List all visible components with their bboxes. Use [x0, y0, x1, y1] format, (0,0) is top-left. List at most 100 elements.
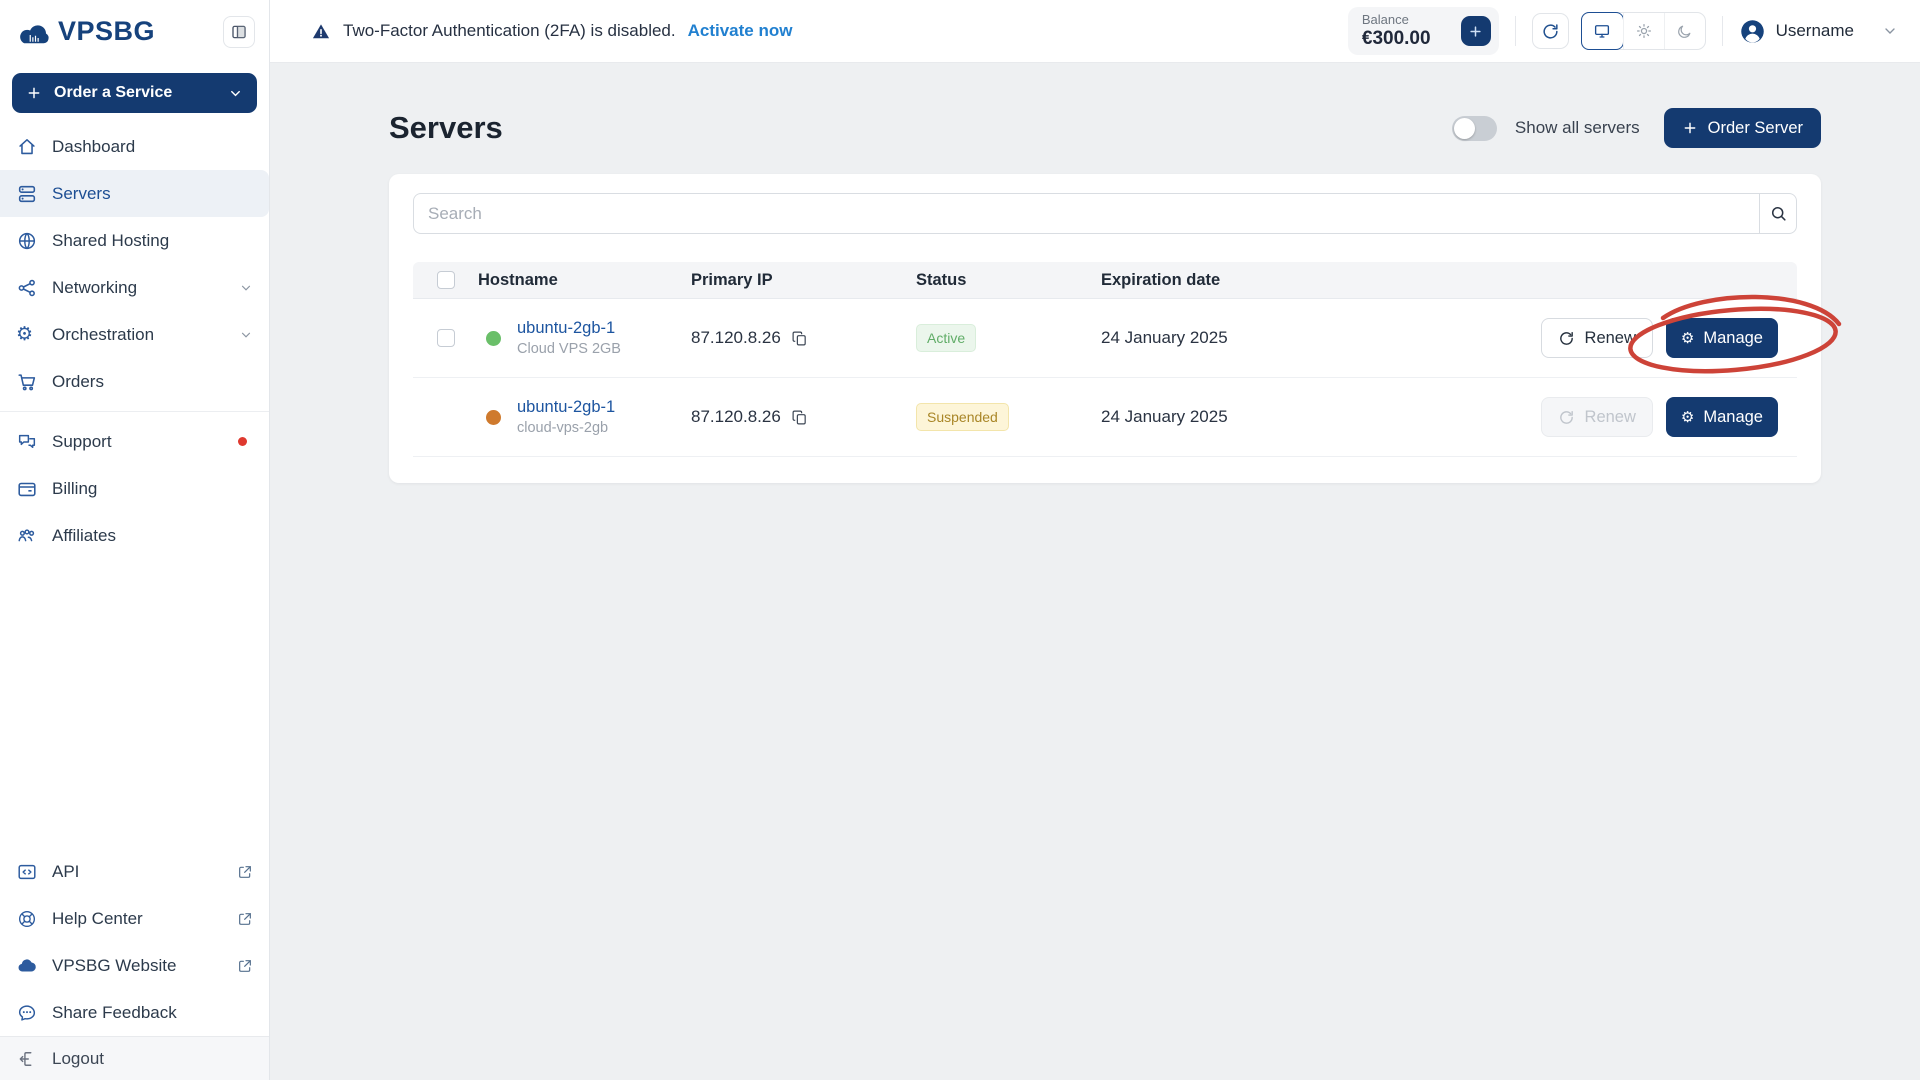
sidebar-item-share-feedback[interactable]: Share Feedback [0, 989, 269, 1036]
row-checkbox[interactable] [437, 329, 455, 347]
activate-now-link[interactable]: Activate now [688, 21, 793, 41]
table-row: ubuntu-2gb-1 cloud-vps-2gb 87.120.8.26 S… [413, 378, 1797, 457]
order-a-service-button[interactable]: Order a Service [12, 73, 257, 113]
manage-button[interactable]: ⚙ Manage [1666, 397, 1778, 437]
servers-icon [16, 183, 38, 205]
manage-button[interactable]: ⚙ Manage [1666, 318, 1778, 358]
hostname-link[interactable]: ubuntu-2gb-1 [517, 398, 615, 416]
renew-button[interactable]: Renew [1541, 318, 1653, 358]
external-link-icon [237, 911, 253, 927]
sidebar-item-orders[interactable]: Orders [0, 358, 269, 405]
main-area: Servers Show all servers Order Server [270, 64, 1920, 1080]
status-badge: Active [916, 324, 976, 352]
sidebar-item-billing[interactable]: Billing [0, 465, 269, 512]
renew-button-disabled: Renew [1541, 397, 1653, 437]
logout-icon [16, 1049, 38, 1069]
sidebar-item-servers[interactable]: Servers [0, 170, 269, 217]
sidebar-item-label: Shared Hosting [52, 231, 169, 251]
theme-system-button[interactable] [1581, 12, 1624, 50]
sidebar-nav: Dashboard Servers Shared Hosting Network… [0, 119, 269, 1036]
copy-ip-button[interactable] [791, 409, 808, 426]
balance-value: €300.00 [1362, 28, 1431, 50]
column-header-hostname: Hostname [478, 271, 691, 290]
show-all-servers-toggle[interactable] [1452, 116, 1497, 141]
network-icon [16, 277, 38, 299]
copy-ip-button[interactable] [791, 330, 808, 347]
sidebar-item-dashboard[interactable]: Dashboard [0, 123, 269, 170]
manage-label: Manage [1703, 408, 1763, 427]
order-a-service-label: Order a Service [54, 84, 216, 102]
chevron-down-icon [228, 86, 243, 101]
lifebuoy-icon [16, 908, 38, 930]
search-button[interactable] [1759, 193, 1797, 234]
user-menu[interactable]: Username [1739, 18, 1854, 45]
two-factor-banner: Two-Factor Authentication (2FA) is disab… [311, 21, 792, 41]
sidebar-item-label: Servers [52, 184, 111, 204]
feedback-icon [16, 1002, 38, 1024]
chevron-down-icon [239, 328, 253, 342]
show-all-servers-label: Show all servers [1515, 118, 1640, 138]
chevron-down-icon[interactable] [1882, 23, 1898, 39]
theme-dark-button[interactable] [1664, 13, 1705, 49]
renew-label: Renew [1585, 329, 1636, 348]
sidebar-item-label: Dashboard [52, 137, 135, 157]
copy-icon [791, 330, 808, 347]
theme-switcher [1581, 12, 1706, 50]
manage-label: Manage [1703, 329, 1763, 348]
topbar-divider [1515, 16, 1516, 46]
sidebar-collapse-button[interactable] [223, 16, 255, 48]
topbar-divider [1722, 16, 1723, 46]
theme-light-button[interactable] [1623, 13, 1664, 49]
hostname-link[interactable]: ubuntu-2gb-1 [517, 319, 615, 337]
gear-icon: ⚙ [1681, 410, 1694, 425]
sidebar-header: VPSBG [0, 0, 269, 63]
order-server-button[interactable]: Order Server [1664, 108, 1821, 148]
order-server-label: Order Server [1708, 119, 1803, 138]
moon-icon [1676, 23, 1693, 40]
brand-logo[interactable]: VPSBG [16, 16, 155, 47]
balance-widget: Balance €300.00 [1348, 7, 1499, 55]
gear-icon: ⚙ [1681, 331, 1694, 346]
sidebar-item-support[interactable]: Support [0, 418, 269, 465]
home-icon [16, 136, 38, 158]
external-link-icon [237, 958, 253, 974]
select-all-checkbox[interactable] [437, 271, 455, 289]
table-row: ubuntu-2gb-1 Cloud VPS 2GB 87.120.8.26 A… [413, 299, 1797, 378]
sidebar-item-affiliates[interactable]: Affiliates [0, 512, 269, 559]
brand-name: VPSBG [58, 16, 155, 47]
sidebar-item-orchestration[interactable]: ⚙ Orchestration [0, 311, 269, 358]
sidebar-item-shared-hosting[interactable]: Shared Hosting [0, 217, 269, 264]
user-avatar-icon [1739, 18, 1766, 45]
expiration-date: 24 January 2025 [1101, 407, 1557, 427]
renew-label: Renew [1585, 408, 1636, 427]
support-notification-badge [238, 437, 247, 446]
logout-button[interactable]: Logout [0, 1036, 269, 1080]
status-badge: Suspended [916, 403, 1009, 431]
sidebar-item-label: Orchestration [52, 325, 154, 345]
logout-label: Logout [52, 1049, 104, 1069]
sidebar-footer: API Help Center VPSBG Website Share Feed… [0, 848, 269, 1036]
column-header-primary-ip: Primary IP [691, 271, 916, 290]
wallet-icon [16, 478, 38, 500]
add-funds-button[interactable] [1461, 16, 1491, 46]
plus-icon [26, 85, 42, 101]
sidebar-item-api[interactable]: API [0, 848, 269, 895]
sidebar-item-label: Affiliates [52, 526, 116, 546]
refresh-button[interactable] [1532, 13, 1569, 49]
table-header-row: Hostname Primary IP Status Expiration da… [413, 262, 1797, 299]
sidebar-item-vpsbg-website[interactable]: VPSBG Website [0, 942, 269, 989]
sidebar-item-networking[interactable]: Networking [0, 264, 269, 311]
column-header-status: Status [916, 271, 1101, 290]
sidebar-item-help-center[interactable]: Help Center [0, 895, 269, 942]
primary-ip-value: 87.120.8.26 [691, 407, 781, 427]
username-label: Username [1776, 21, 1854, 41]
code-icon [16, 861, 38, 883]
cloud-icon [16, 955, 38, 977]
panel-collapse-icon [230, 23, 248, 41]
external-link-icon [237, 864, 253, 880]
search-input[interactable] [413, 193, 1759, 234]
toggle-knob [1454, 118, 1475, 139]
plan-label: Cloud VPS 2GB [517, 341, 621, 357]
servers-table: Hostname Primary IP Status Expiration da… [413, 262, 1797, 457]
copy-icon [791, 409, 808, 426]
